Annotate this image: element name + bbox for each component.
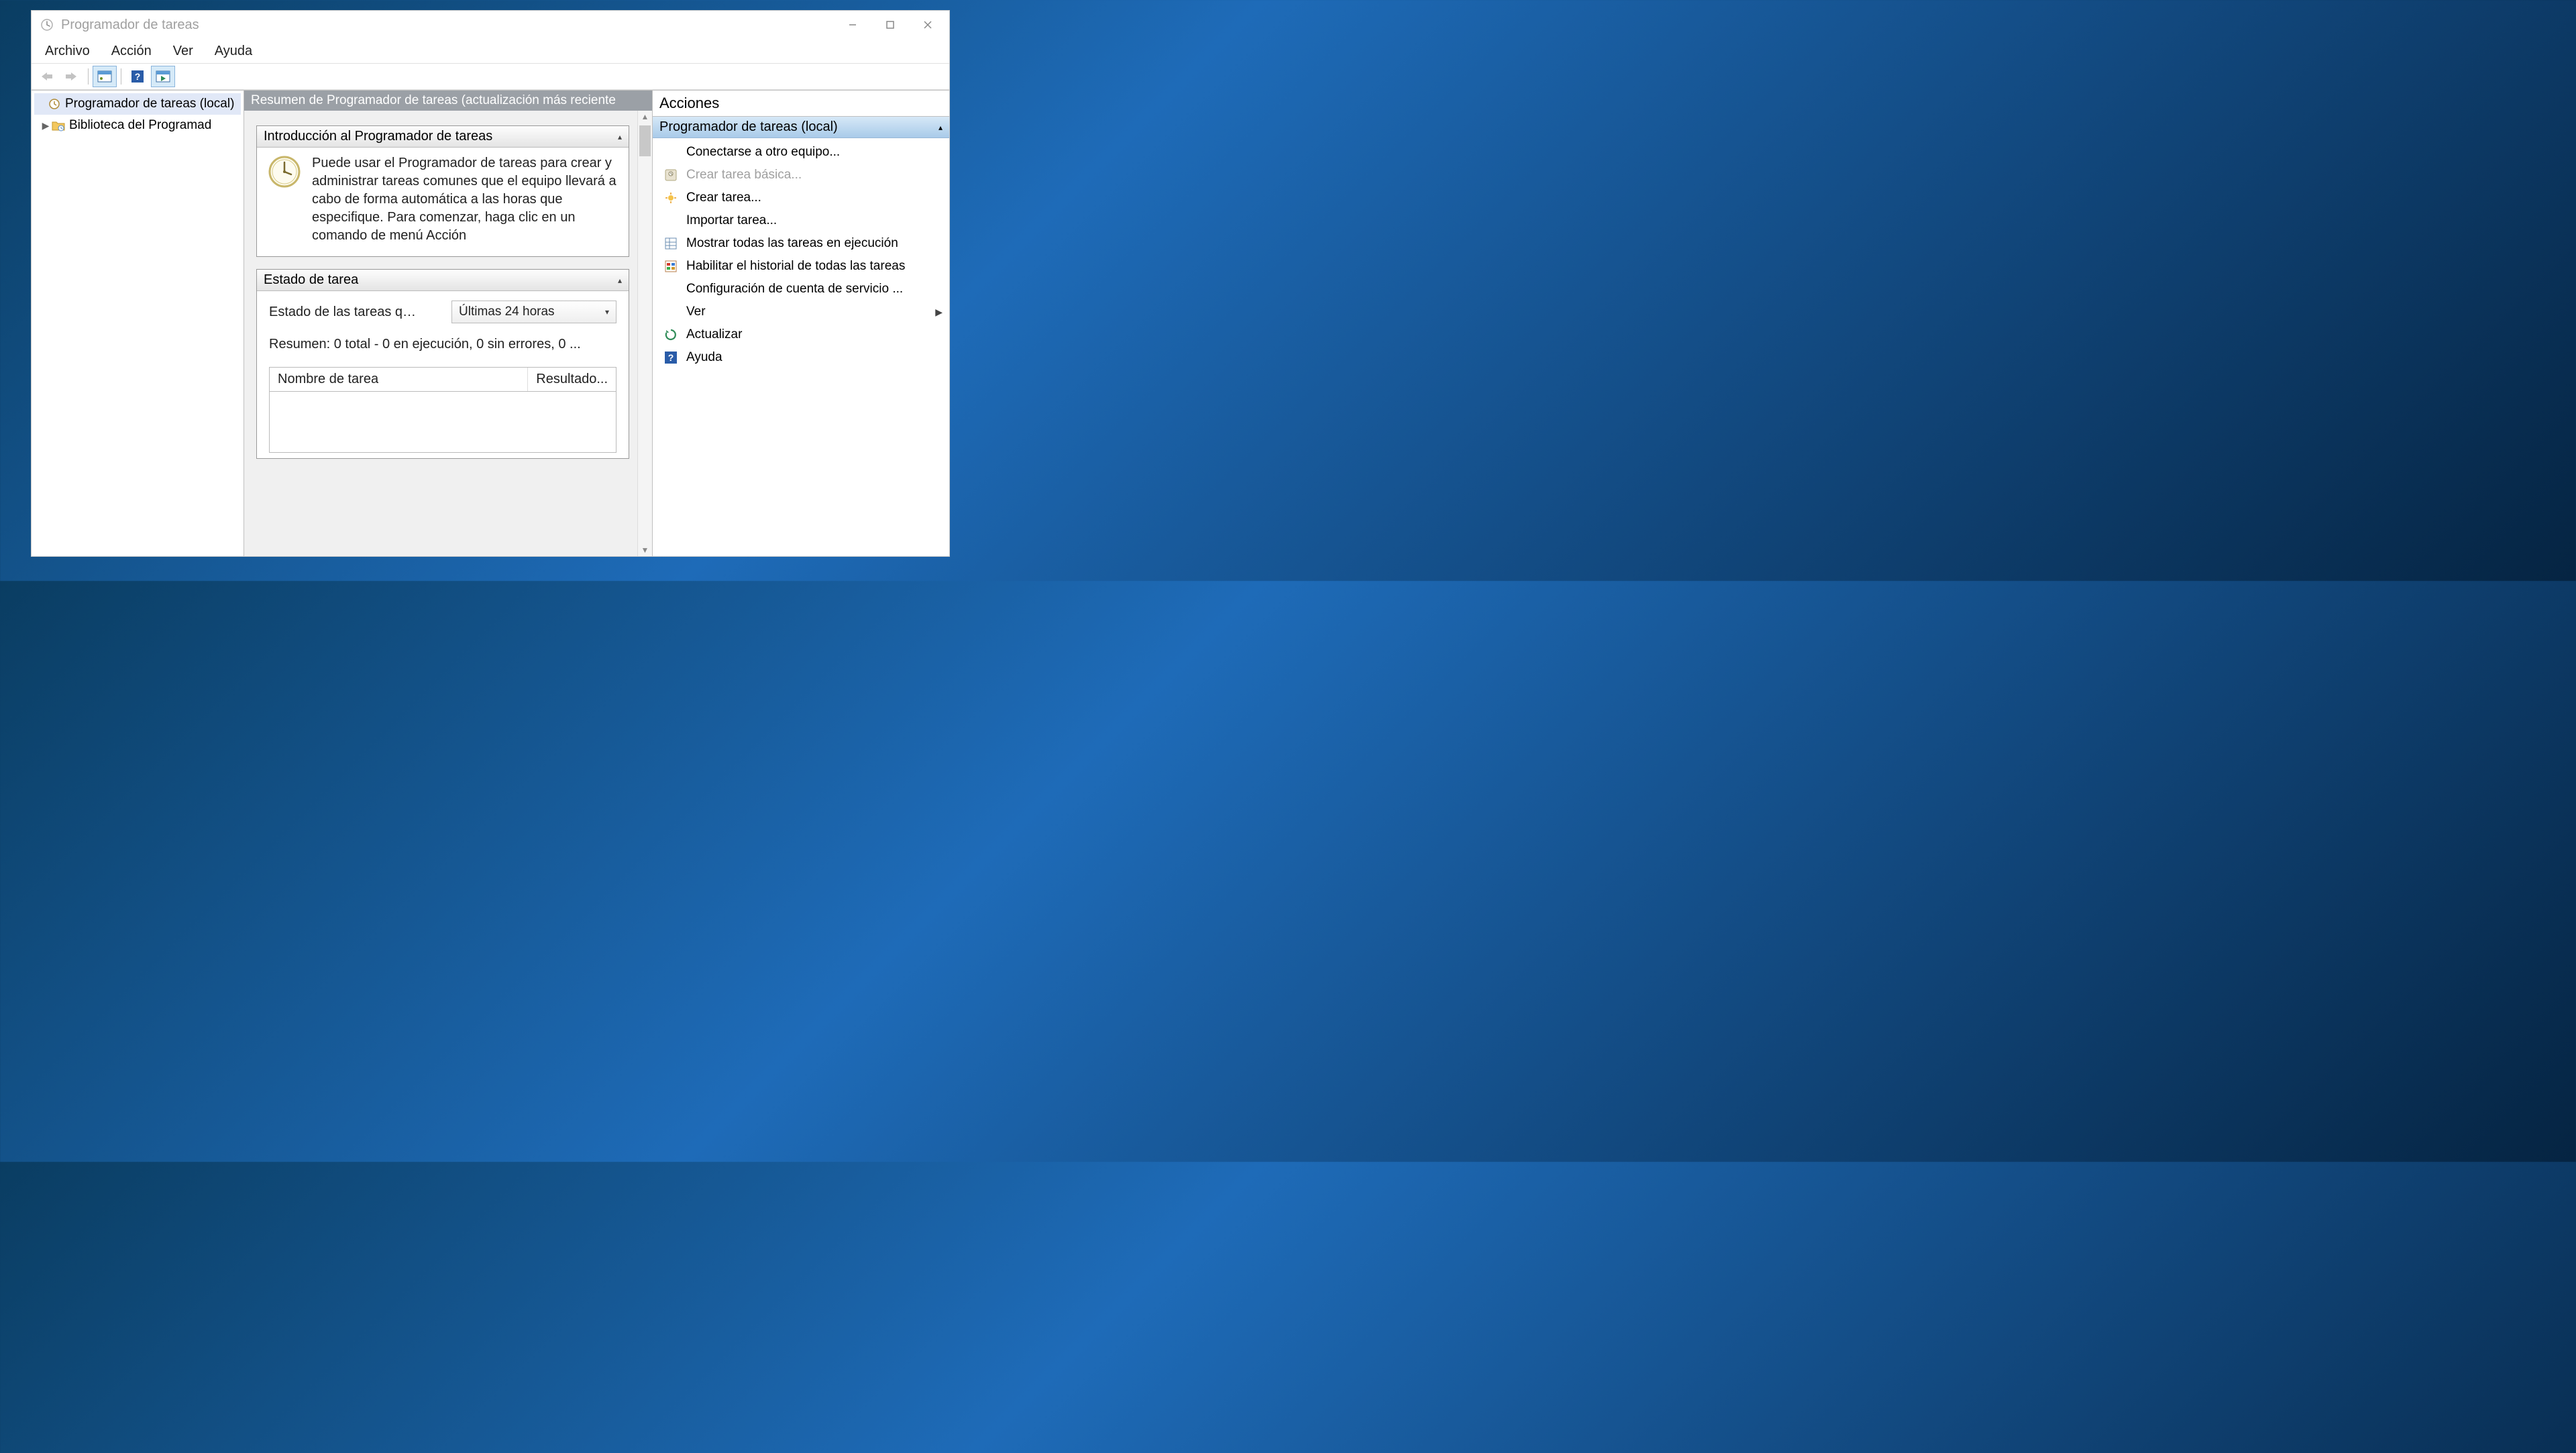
tree-library[interactable]: ▶ Biblioteca del Programad bbox=[34, 115, 241, 136]
actions-title: Acciones bbox=[653, 91, 949, 117]
action-label: Habilitar el historial de todas las tare… bbox=[686, 259, 943, 274]
action-label: Crear tarea... bbox=[686, 191, 943, 205]
svg-text:?: ? bbox=[668, 352, 674, 363]
blank-icon bbox=[663, 305, 678, 319]
window-controls bbox=[834, 13, 947, 37]
expand-icon[interactable]: ▶ bbox=[40, 120, 52, 131]
action-ayuda[interactable]: ? Ayuda bbox=[653, 346, 949, 369]
action-label: Actualizar bbox=[686, 327, 943, 342]
section-intro: Introducción al Programador de tareas ▴ … bbox=[256, 125, 629, 257]
collapse-icon: ▴ bbox=[618, 132, 622, 142]
chevron-down-icon: ▾ bbox=[605, 307, 609, 317]
action-conectarse-a-otro-equipo[interactable]: Conectarse a otro equipo... bbox=[653, 141, 949, 164]
close-button[interactable] bbox=[909, 13, 947, 37]
section-status-header[interactable]: Estado de tarea ▴ bbox=[257, 270, 629, 291]
intro-text: Puede usar el Programador de tareas para… bbox=[312, 154, 619, 250]
action-label: Conectarse a otro equipo... bbox=[686, 145, 943, 160]
clock-large-icon bbox=[266, 154, 303, 250]
menu-ver[interactable]: Ver bbox=[164, 41, 203, 62]
toolbar: ? bbox=[32, 63, 949, 90]
collapse-icon: ▴ bbox=[618, 276, 622, 285]
col-task-name[interactable]: Nombre de tarea bbox=[270, 368, 528, 391]
clock-icon bbox=[40, 17, 54, 32]
blank-icon bbox=[663, 145, 678, 160]
tree-root[interactable]: Programador de tareas (local) bbox=[34, 93, 241, 115]
actions-list: Conectarse a otro equipo... Crear tarea b… bbox=[653, 138, 949, 372]
actions-pane: Acciones Programador de tareas (local) ▴… bbox=[653, 91, 949, 556]
section-intro-header[interactable]: Introducción al Programador de tareas ▴ bbox=[257, 126, 629, 148]
action-crear-tarea-b-sica: Crear tarea básica... bbox=[653, 164, 949, 186]
action-actualizar[interactable]: Actualizar bbox=[653, 323, 949, 346]
toolbar-separator bbox=[88, 68, 89, 85]
collapse-icon: ▴ bbox=[938, 123, 943, 132]
grid-icon bbox=[663, 236, 678, 251]
menu-ayuda[interactable]: Ayuda bbox=[205, 41, 262, 62]
tree-library-label: Biblioteca del Programad bbox=[69, 118, 211, 133]
combo-value: Últimas 24 horas bbox=[459, 305, 555, 319]
action-habilitar-el-historial-de-todas-las-tareas[interactable]: Habilitar el historial de todas las tare… bbox=[653, 255, 949, 278]
blank-icon bbox=[663, 213, 678, 228]
task-scheduler-window: Programador de tareas Archivo Acción Ver… bbox=[31, 10, 950, 557]
titlebar: Programador de tareas bbox=[32, 11, 949, 39]
toolbar-panel-button[interactable] bbox=[93, 66, 117, 87]
action-label: Crear tarea básica... bbox=[686, 168, 943, 182]
refresh-icon bbox=[663, 327, 678, 342]
clock-icon bbox=[48, 97, 61, 111]
section-intro-title: Introducción al Programador de tareas bbox=[264, 129, 492, 144]
actions-group-title: Programador de tareas (local) bbox=[659, 119, 838, 135]
col-result[interactable]: Resultado... bbox=[528, 368, 616, 391]
nav-forward-button[interactable] bbox=[60, 66, 84, 87]
tree-pane: Programador de tareas (local) ▶ Bibliote… bbox=[32, 91, 244, 556]
svg-text:?: ? bbox=[135, 71, 141, 82]
section-status: Estado de tarea ▴ Estado de las tareas q… bbox=[256, 269, 629, 459]
nav-back-button[interactable] bbox=[34, 66, 58, 87]
maximize-button[interactable] bbox=[871, 13, 909, 37]
menu-accion[interactable]: Acción bbox=[102, 41, 161, 62]
task-table: Nombre de tarea Resultado... bbox=[269, 367, 616, 453]
help-icon: ? bbox=[663, 350, 678, 365]
center-header: Resumen de Programador de tareas (actual… bbox=[244, 91, 652, 111]
timeframe-combo[interactable]: Últimas 24 horas ▾ bbox=[451, 301, 616, 323]
action-ver[interactable]: Ver ▶ bbox=[653, 301, 949, 323]
actions-group-header[interactable]: Programador de tareas (local) ▴ bbox=[653, 117, 949, 138]
main-body: Programador de tareas (local) ▶ Bibliote… bbox=[32, 90, 949, 556]
menu-archivo[interactable]: Archivo bbox=[36, 41, 99, 62]
action-mostrar-todas-las-tareas-en-ejecuci-n[interactable]: Mostrar todas las tareas en ejecución bbox=[653, 232, 949, 255]
wizard-icon bbox=[663, 168, 678, 182]
toolbar-help-button[interactable]: ? bbox=[125, 66, 150, 87]
action-label: Ayuda bbox=[686, 350, 943, 365]
task-table-body bbox=[270, 392, 616, 452]
action-importar-tarea[interactable]: Importar tarea... bbox=[653, 209, 949, 232]
status-summary: Resumen: 0 total - 0 en ejecución, 0 sin… bbox=[269, 337, 616, 352]
history-icon bbox=[663, 259, 678, 274]
action-label: Ver bbox=[686, 305, 927, 319]
spark-icon bbox=[663, 191, 678, 205]
tree-root-label: Programador de tareas (local) bbox=[65, 97, 234, 111]
status-label: Estado de las tareas q… bbox=[269, 305, 441, 320]
window-title: Programador de tareas bbox=[61, 17, 199, 33]
minimize-button[interactable] bbox=[834, 13, 871, 37]
chevron-right-icon: ▶ bbox=[935, 307, 943, 318]
action-label: Configuración de cuenta de servicio ... bbox=[686, 282, 943, 297]
folder-clock-icon bbox=[52, 119, 65, 132]
section-status-title: Estado de tarea bbox=[264, 272, 358, 288]
action-configuraci-n-de-cuenta-de-servicio[interactable]: Configuración de cuenta de servicio ... bbox=[653, 278, 949, 301]
action-crear-tarea[interactable]: Crear tarea... bbox=[653, 186, 949, 209]
action-label: Mostrar todas las tareas en ejecución bbox=[686, 236, 943, 251]
action-label: Importar tarea... bbox=[686, 213, 943, 228]
blank-icon bbox=[663, 282, 678, 297]
center-scrollbar[interactable] bbox=[637, 111, 652, 556]
menubar: Archivo Acción Ver Ayuda bbox=[32, 39, 949, 63]
toolbar-run-button[interactable] bbox=[151, 66, 175, 87]
center-pane: Resumen de Programador de tareas (actual… bbox=[244, 91, 653, 556]
